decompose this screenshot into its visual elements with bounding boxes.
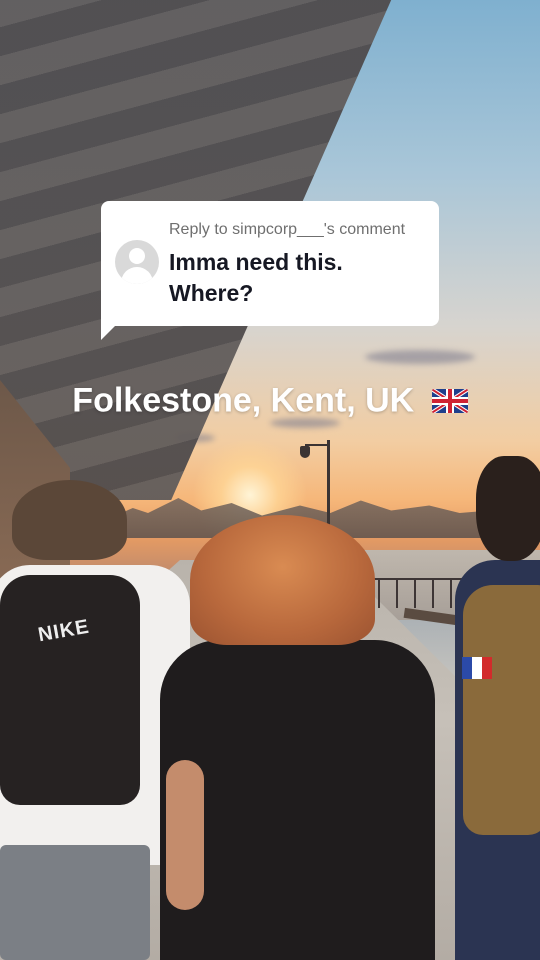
railing — [360, 578, 470, 608]
lamp-post — [327, 440, 330, 535]
reply-comment-text: Imma need this. Where? — [169, 249, 343, 306]
person-left-hat — [12, 480, 127, 560]
background-photo: NIKE — [0, 0, 540, 960]
person-center-straw-hat — [190, 515, 375, 645]
person-right-backpack — [463, 585, 540, 835]
person-right-head — [476, 456, 540, 561]
person-left-backpack — [0, 575, 140, 805]
cloud — [365, 350, 475, 364]
location-caption: Folkestone, Kent, UK — [0, 380, 540, 421]
reply-comment-card[interactable]: Reply to simpcorp___'s comment Imma need… — [101, 201, 439, 326]
french-flag-patch — [462, 657, 492, 679]
person-left-shorts — [0, 845, 150, 960]
location-caption-text: Folkestone, Kent, UK — [72, 381, 415, 420]
reply-card-tail — [101, 318, 123, 340]
lamp-head — [300, 446, 310, 458]
uk-flag-icon — [431, 389, 468, 414]
person-center-arm — [166, 760, 204, 910]
default-avatar-icon — [115, 240, 159, 284]
reply-to-label: Reply to simpcorp___'s comment — [169, 221, 406, 238]
